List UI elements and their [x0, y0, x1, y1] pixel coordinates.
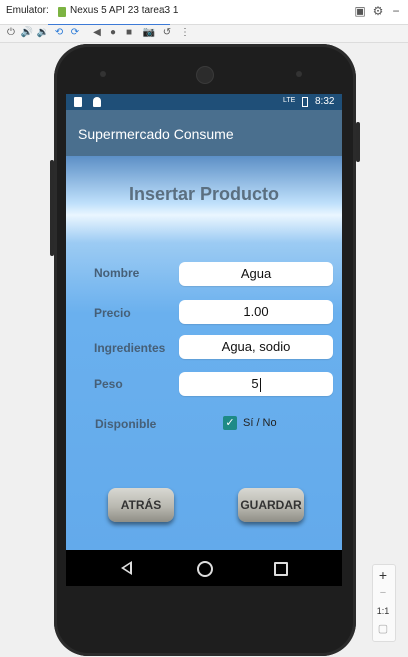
back-icon[interactable]: ◀ [90, 26, 104, 40]
home-icon[interactable]: ● [106, 26, 120, 40]
volume-down-icon[interactable]: 🔉 [36, 26, 50, 40]
peso-input[interactable]: 5 [179, 372, 333, 396]
power-button [356, 122, 360, 162]
nav-back-icon-inner [124, 564, 130, 572]
save-button[interactable]: GUARDAR [238, 488, 304, 522]
nav-recents-icon[interactable] [274, 562, 288, 576]
android-device-icon [58, 7, 66, 17]
precio-input[interactable]: 1.00 [179, 300, 333, 324]
status-bar [66, 94, 342, 110]
zoom-out-button[interactable]: − [372, 584, 394, 602]
camera-icon[interactable]: 📷 [142, 26, 156, 40]
disponible-label: Disponible [95, 417, 157, 431]
text-cursor [259, 377, 261, 392]
peso-value: 5 [251, 376, 259, 391]
sd-card-icon [74, 97, 82, 107]
actual-size-button[interactable]: 1:1 [372, 602, 394, 620]
camera-lens-icon [296, 71, 302, 77]
peso-label: Peso [94, 377, 123, 391]
network-type: LTE [283, 97, 296, 104]
more-icon[interactable]: ⋮ [178, 26, 192, 40]
sensor-icon [100, 71, 106, 77]
tab-close-icon[interactable]: × [159, 4, 165, 16]
replay-icon[interactable]: ↺ [160, 26, 174, 40]
app-title: Supermercado Consume [78, 126, 234, 142]
minimize-icon[interactable]: − [389, 4, 403, 18]
precio-label: Precio [94, 306, 131, 320]
emulator-label: Emulator: [6, 5, 49, 16]
gear-icon[interactable]: ⚙ [371, 4, 385, 18]
nav-home-icon[interactable] [197, 561, 213, 577]
back-button[interactable]: ATRÁS [108, 488, 174, 522]
status-time: 8:32 [315, 96, 335, 107]
page-title: Insertar Producto [128, 184, 280, 204]
disponible-checkbox[interactable]: ✓ [223, 416, 237, 430]
disponible-checkbox-label[interactable]: Sí / No [243, 417, 277, 429]
power-icon[interactable]: ⏻ [4, 26, 18, 40]
speaker-icon [196, 66, 214, 84]
ingredientes-label: Ingredientes [94, 341, 166, 355]
zoom-in-button[interactable]: + [372, 566, 394, 584]
nombre-input[interactable]: Agua [179, 262, 333, 286]
restore-window-icon[interactable]: ▣ [353, 4, 367, 18]
nombre-label: Nombre [94, 266, 140, 280]
android-icon [93, 97, 101, 107]
volume-rocker [50, 160, 54, 256]
overview-icon[interactable]: ■ [122, 26, 136, 40]
ingredientes-input[interactable]: Agua, sodio [179, 335, 333, 359]
rotate-left-icon[interactable]: ⟲ [52, 26, 66, 40]
fit-screen-icon[interactable]: ▢ [372, 620, 394, 638]
battery-icon [302, 97, 308, 107]
volume-up-icon[interactable]: 🔊 [20, 26, 34, 40]
rotate-right-icon[interactable]: ⟳ [68, 26, 82, 40]
